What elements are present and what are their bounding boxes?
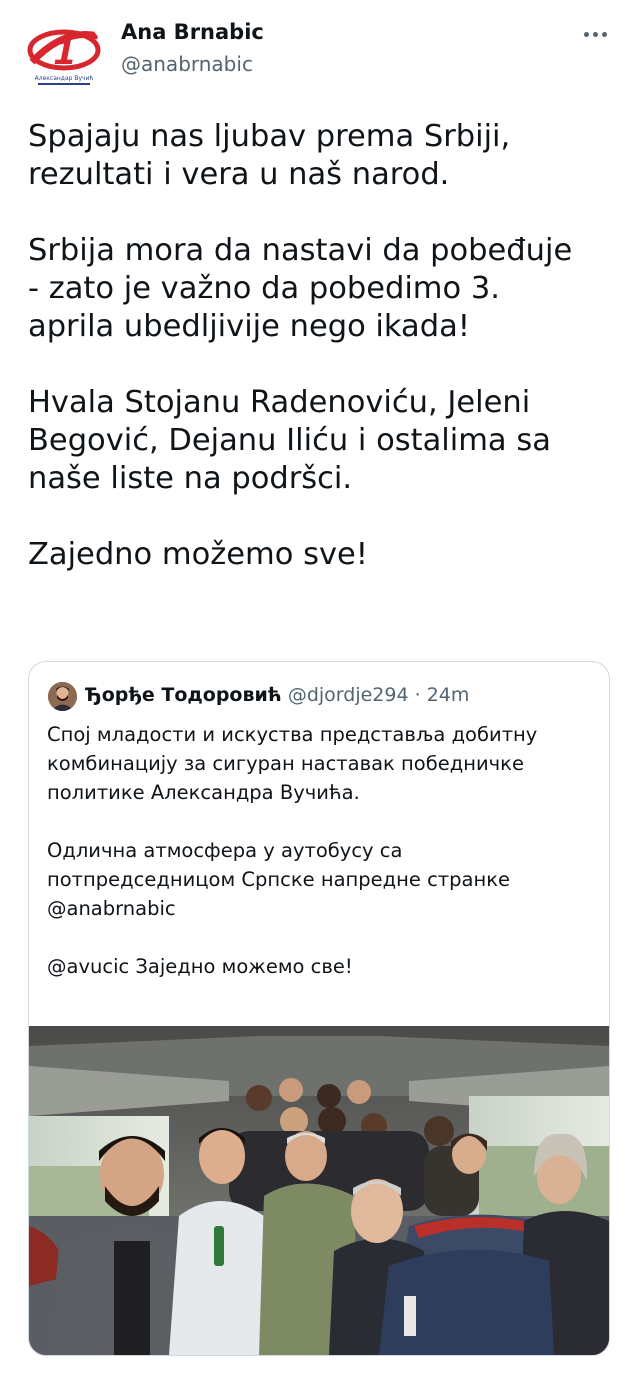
more-dots-icon — [602, 32, 607, 37]
quote-time[interactable]: 24m — [427, 684, 470, 706]
quote-author-avatar[interactable] — [48, 682, 77, 711]
person-avatar-icon — [48, 682, 77, 711]
avatar-caption: Александар Вучић — [35, 75, 94, 82]
quote-line: политике Александра Вучића. — [47, 781, 360, 804]
tweet-line: Hvala Stojanu Radenoviću, Jeleni — [28, 385, 531, 420]
more-dots-icon — [584, 32, 589, 37]
sns-party-logo-icon: 1 Александар Вучић — [27, 29, 101, 85]
author-avatar[interactable]: 1 Александар Вучић — [24, 18, 104, 98]
tweet-text: Spajaju nas ljubav prema Srbiji, rezulta… — [28, 118, 618, 574]
tweet-line: Spajaju nas ljubav prema Srbiji, — [28, 119, 511, 154]
quote-line: Спој младости и искуства представља доби… — [47, 723, 538, 746]
quoted-tweet-card[interactable]: Ђорђе Тодоровић @djordje294 · 24m Спој м… — [28, 661, 610, 1356]
author-name[interactable]: Ana Brnabic — [121, 20, 264, 44]
quote-separator: · — [414, 684, 421, 706]
more-options-button[interactable] — [580, 20, 610, 48]
tweet-line: rezultati i vera u naš narod. — [28, 157, 450, 192]
tweet-line: Srbija mora da nastavi da pobeđuje — [28, 233, 573, 268]
quote-line: Одлична атмосфера у аутобусу са — [47, 839, 403, 862]
quote-line: @anabrnabic — [47, 897, 176, 920]
quote-header: Ђорђе Тодоровић @djordje294 · 24m — [85, 684, 469, 706]
tweet-line: naše liste na podršci. — [28, 461, 353, 496]
quote-line: комбинацију за сигуран наставак победнич… — [47, 752, 524, 775]
more-dots-icon — [593, 32, 598, 37]
quote-author-name[interactable]: Ђорђе Тодоровић — [85, 684, 282, 706]
quote-line: потпредседницом Српске напредне странке — [47, 868, 511, 891]
tweet-line: Begović, Dejanu Iliću i ostalima sa — [28, 423, 551, 458]
svg-text:1: 1 — [53, 33, 77, 73]
tweet-line: - zato je važno da pobedimo 3. — [28, 271, 500, 306]
tweet-line: aprila ubedljivije nego ikada! — [28, 309, 470, 344]
bus-group-photo[interactable] — [29, 1026, 609, 1355]
author-handle[interactable]: @anabrnabic — [121, 52, 253, 76]
quote-author-handle[interactable]: @djordje294 — [288, 684, 409, 706]
tweet-line: Zajedno možemo sve! — [28, 537, 369, 572]
quote-text: Спој младости и искуства представља доби… — [47, 720, 592, 981]
quote-line: @avucic Заједно можемо све! — [47, 955, 353, 978]
